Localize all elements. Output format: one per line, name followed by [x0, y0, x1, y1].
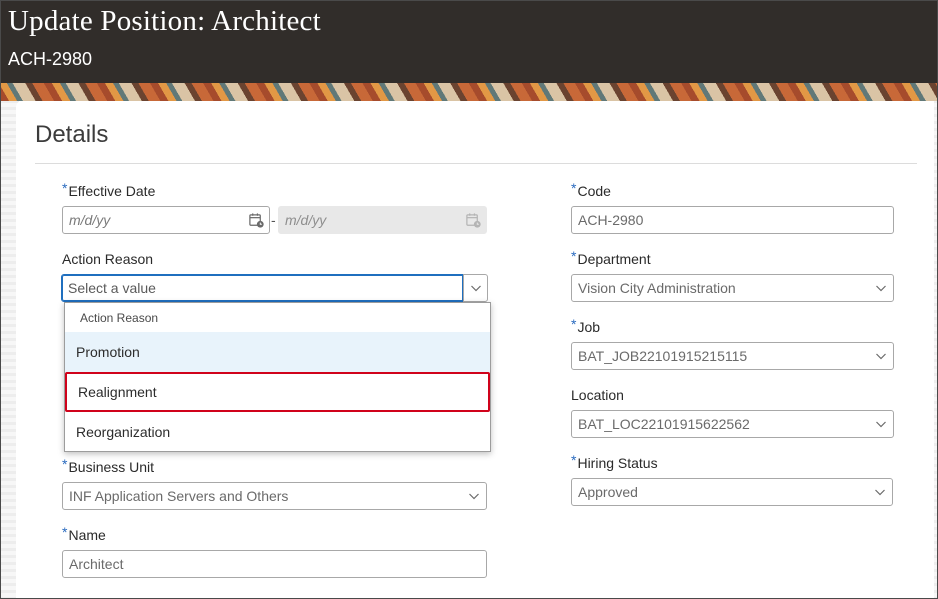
chevron-down-icon — [470, 285, 481, 292]
dropdown-option-reorganization[interactable]: Reorganization — [65, 412, 490, 452]
chevron-down-icon[interactable] — [869, 275, 893, 301]
chevron-down-icon[interactable] — [869, 343, 893, 369]
code-input[interactable]: ACH-2980 — [571, 206, 894, 234]
effective-date-label-text: Effective Date — [68, 183, 156, 199]
effective-end-date-input: m/d/yy — [278, 206, 487, 234]
business-unit-label: *Business Unit — [62, 456, 155, 475]
job-value: BAT_JOB22101915215115 — [578, 348, 748, 364]
name-input[interactable]: Architect — [62, 550, 487, 578]
department-select[interactable]: Vision City Administration — [571, 274, 894, 302]
section-title: Details — [35, 121, 109, 148]
effective-start-date-placeholder: m/d/yy — [69, 212, 111, 228]
location-value: BAT_LOC22101915622562 — [578, 416, 750, 432]
required-marker: * — [62, 456, 68, 472]
business-unit-value: INF Application Servers and Others — [69, 488, 289, 504]
job-label: *Job — [571, 316, 601, 335]
department-value: Vision City Administration — [578, 280, 736, 296]
code-value: ACH-2980 — [578, 212, 644, 228]
dropdown-option-realignment[interactable]: Realignment — [65, 372, 490, 412]
department-label: *Department — [571, 248, 651, 267]
department-label-text: Department — [577, 251, 651, 267]
required-marker: * — [571, 452, 577, 468]
date-range-separator: - — [271, 212, 276, 228]
hiring-status-label-text: Hiring Status — [577, 455, 658, 471]
location-select[interactable]: BAT_LOC22101915622562 — [571, 410, 894, 438]
app-frame: Update Position: Architect ACH-2980 Deta… — [0, 0, 938, 599]
chevron-down-icon[interactable] — [462, 483, 486, 509]
required-marker: * — [571, 316, 577, 332]
required-marker: * — [62, 180, 68, 196]
job-select[interactable]: BAT_JOB22101915215115 — [571, 342, 894, 370]
hiring-status-select[interactable]: Approved — [571, 478, 893, 506]
dropdown-header: Action Reason — [80, 311, 159, 325]
hiring-status-label: *Hiring Status — [571, 452, 658, 471]
effective-start-date-input[interactable]: m/d/yy — [62, 206, 270, 234]
page-header: Update Position: Architect ACH-2980 — [1, 1, 937, 83]
business-unit-select[interactable]: INF Application Servers and Others — [62, 482, 487, 510]
name-value: Architect — [69, 556, 124, 572]
chevron-down-icon[interactable] — [868, 479, 892, 505]
code-label: *Code — [571, 180, 611, 199]
name-label: *Name — [62, 524, 106, 543]
action-reason-placeholder: Select a value — [68, 280, 156, 296]
dropdown-option-promotion[interactable]: Promotion — [65, 332, 490, 372]
action-reason-dropdown-button[interactable] — [463, 274, 488, 302]
code-label-text: Code — [577, 183, 611, 199]
required-marker: * — [62, 524, 68, 540]
calendar-icon[interactable] — [243, 207, 269, 233]
required-marker: * — [571, 180, 577, 196]
page-subtitle: ACH-2980 — [8, 49, 93, 69]
action-reason-dropdown-list: Action Reason Promotion Realignment Reor… — [64, 302, 491, 452]
business-unit-label-text: Business Unit — [68, 459, 155, 475]
action-reason-select[interactable]: Select a value — [61, 274, 464, 302]
job-label-text: Job — [577, 319, 601, 335]
location-label: Location — [571, 387, 624, 403]
name-label-text: Name — [68, 527, 106, 543]
section-divider — [35, 163, 917, 164]
chevron-down-icon[interactable] — [869, 411, 893, 437]
hiring-status-value: Approved — [578, 484, 638, 500]
required-marker: * — [571, 248, 577, 264]
effective-date-label: *Effective Date — [62, 180, 156, 199]
calendar-icon — [460, 207, 486, 233]
page-title: Update Position: Architect — [8, 5, 321, 37]
action-reason-label: Action Reason — [62, 251, 154, 267]
decorative-banner — [1, 83, 937, 101]
effective-end-date-placeholder: m/d/yy — [285, 212, 327, 228]
